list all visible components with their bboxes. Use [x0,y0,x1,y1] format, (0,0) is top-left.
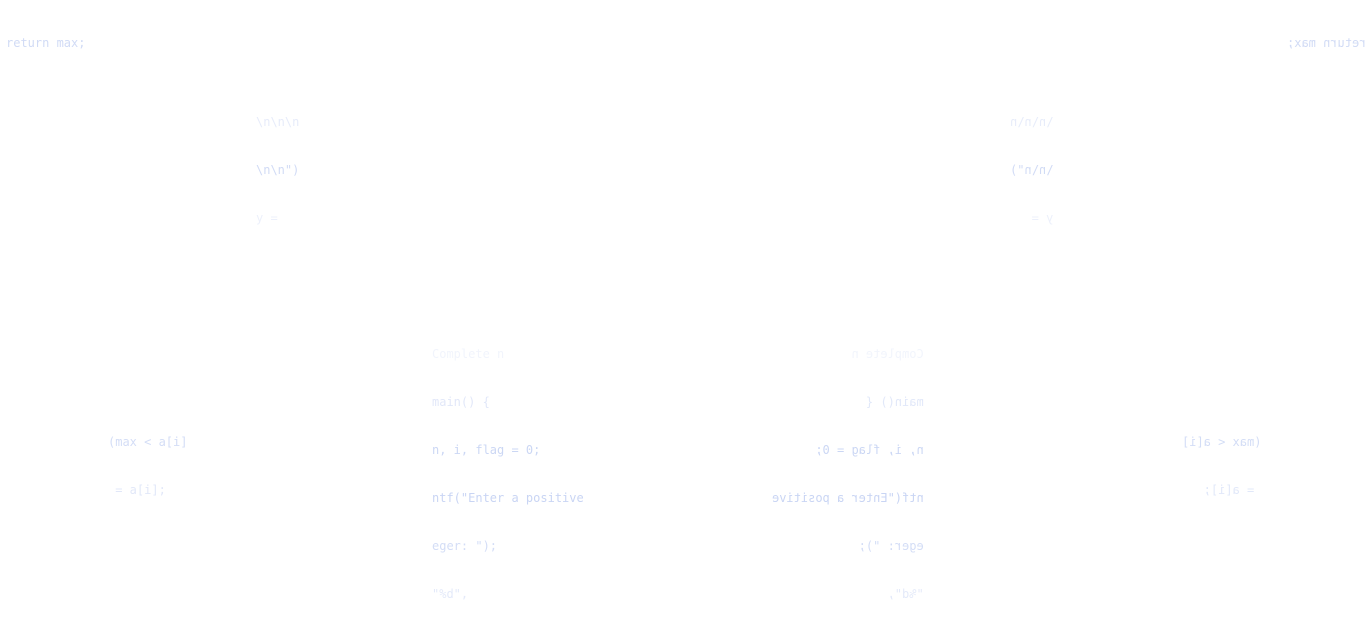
code-fragment-top-left: return max; [6,3,85,67]
code-line: \n\n") [1010,163,1054,177]
code-line: Complete n [432,347,505,361]
code-line: return max; [6,36,86,50]
code-line: "%d", [432,587,469,601]
code-line: main() { [432,395,490,409]
code-line: eger: "); [432,539,498,553]
code-line: y = [256,211,285,225]
code-line: = a[i]; [1203,483,1262,497]
code-fragment-bottom-left: (max < a[i] = a[i]; [108,402,187,514]
code-line: \n\n\n [1010,115,1054,129]
code-line: \n\n\n [256,115,300,129]
code-line: ntf("Enter a positive [772,491,924,505]
code-fragment-bottom-right: (max < a[i] = a[i]; [1182,402,1261,514]
code-block-lower-right: Complete n main() { n, i, flag = 0; ntf(… [772,314,924,618]
code-line: "%d", [887,587,924,601]
code-line: \n\n") [256,163,300,177]
code-line: n, i, flag = 0; [815,443,924,457]
code-fragment-upper-right: \n\n\n \n\n") y = [1010,82,1053,242]
code-line: Complete n [851,347,924,361]
code-line: (max < a[i] [108,435,188,449]
code-line: = a[i]; [108,483,166,497]
code-line: y = [1024,211,1054,225]
code-line: (max < a[i] [1182,435,1262,449]
code-line: main() { [865,395,924,409]
code-fragment-upper-left: \n\n\n \n\n") y = [256,82,299,242]
code-line: n, i, flag = 0; [432,443,541,457]
code-fragment-top-right: return max; [1287,3,1366,67]
code-line: eger: "); [858,539,924,553]
code-line: return max; [1287,36,1367,50]
code-line: ntf("Enter a positive [432,491,584,505]
code-block-lower-left: Complete n main() { n, i, flag = 0; ntf(… [432,314,584,618]
